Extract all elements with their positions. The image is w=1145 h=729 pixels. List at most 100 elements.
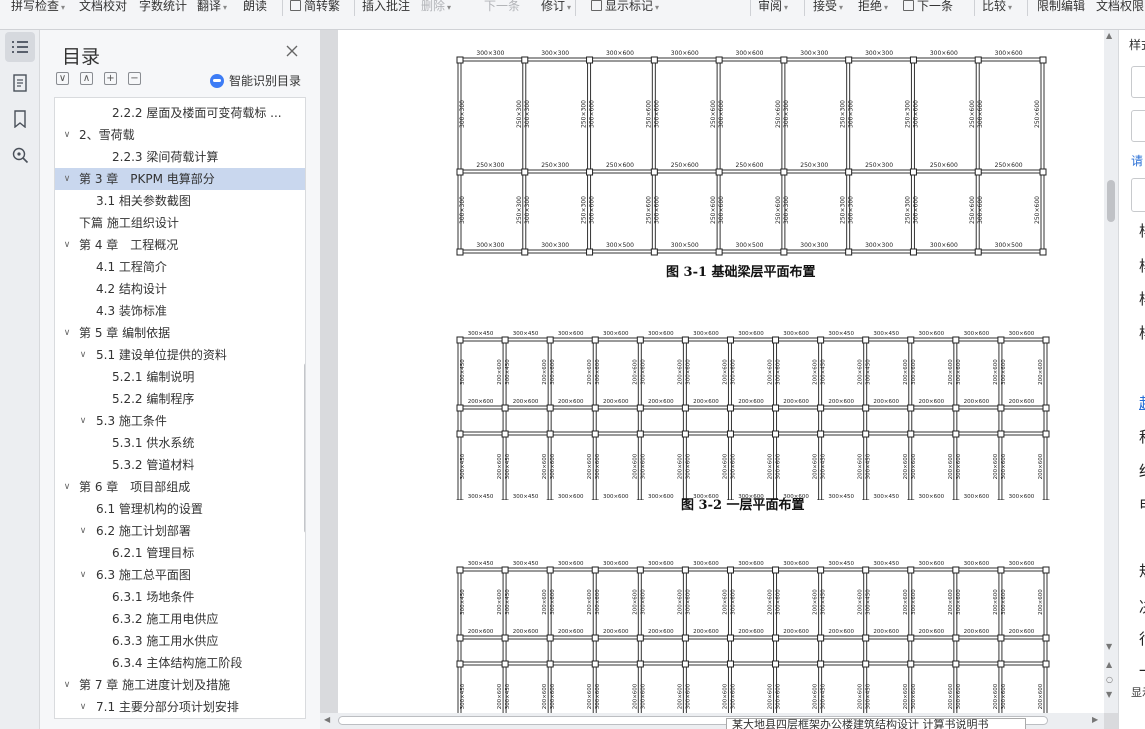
chevron-down-icon[interactable]: ∨ — [61, 124, 73, 146]
style-list-entry[interactable]: 样 — [1139, 322, 1145, 343]
style-list-entry[interactable]: 起 — [1139, 392, 1145, 413]
select-browse-object-icon[interactable]: ○ — [1106, 675, 1113, 684]
toolbar-item-18[interactable]: 文档权限 — [1096, 0, 1144, 13]
toc-item[interactable]: ∨ 第 3 章 PKPM 电算部分 — [55, 168, 305, 190]
toc-item[interactable]: ∨ 7.1 主要分部分项计划安排 — [55, 696, 305, 718]
span-label: 300×600 — [640, 359, 646, 385]
document-vertical-scrollbar[interactable]: ▲ ▼ ▲ ○ ▼ — [1104, 30, 1118, 713]
toc-item[interactable]: 6.3.1 场地条件 — [55, 586, 305, 608]
beam-size-label: 200×600 — [1009, 629, 1035, 635]
toolbar-item-16[interactable]: 比较 ▾ — [982, 0, 1012, 15]
chevron-down-icon[interactable]: ∨ — [77, 520, 89, 542]
beam-size-label: 300×600 — [738, 561, 764, 567]
toc-item[interactable]: 3.1 相关参数截图 — [55, 190, 305, 212]
toc-item[interactable]: ∨ 第 5 章 编制依据 — [55, 322, 305, 344]
toc-item[interactable]: 2.2.3 梁间荷载计算 — [55, 146, 305, 168]
document-viewport[interactable]: 300×300 300×300 300×600 300×600 300×600 300×3… — [320, 30, 1104, 713]
prev-page-icon[interactable]: ▲ — [1106, 660, 1112, 669]
toolbar-item-4[interactable]: 翻译 ▾ — [197, 0, 227, 15]
toolbar-item-5[interactable]: 朗读 — [243, 0, 267, 13]
column-mark — [862, 404, 870, 412]
style-list-entry[interactable]: 规 — [1139, 560, 1145, 581]
style-list-entry[interactable]: 样 — [1139, 288, 1145, 309]
chevron-down-icon[interactable]: ∨ — [61, 476, 73, 498]
style-list-entry[interactable]: 电 — [1139, 494, 1145, 515]
find-icon[interactable] — [5, 140, 35, 170]
toc-item[interactable]: 2.2.2 屋面及楼面可变荷载标 ... — [55, 102, 305, 124]
collapse-all-button[interactable]: ∨ — [56, 72, 69, 85]
remove-heading-button[interactable]: − — [128, 72, 141, 85]
vertical-scroll-thumb[interactable] — [1107, 180, 1115, 222]
document-outline-icon[interactable] — [5, 68, 35, 98]
style-list-entry[interactable]: 行 — [1139, 628, 1145, 649]
chevron-down-icon[interactable]: ∨ — [77, 410, 89, 432]
toc-item[interactable]: ∨ 6.3 施工总平面图 — [55, 564, 305, 586]
add-heading-button[interactable]: + — [104, 72, 117, 85]
toolbar-item-14[interactable]: 拒绝 ▾ — [858, 0, 888, 15]
toc-item[interactable]: 4.3 装饰标准 — [55, 300, 305, 322]
scroll-left-icon[interactable]: ◀ — [324, 715, 330, 724]
toc-item[interactable]: ∨ 第 4 章 工程概况 — [55, 234, 305, 256]
span-label: 200×600 — [858, 359, 864, 385]
style-list-entry[interactable]: 一 — [1139, 660, 1145, 681]
toc-item[interactable]: 4.2 结构设计 — [55, 278, 305, 300]
style-list-entry[interactable]: 决 — [1139, 596, 1145, 617]
toolbar-item-17[interactable]: 限制编辑 — [1037, 0, 1085, 13]
chevron-down-icon[interactable]: ∨ — [61, 234, 73, 256]
chevron-down-icon[interactable]: ∨ — [61, 322, 73, 344]
toolbar-item-3[interactable]: 字数统计 — [139, 0, 187, 13]
toc-item[interactable]: 6.2.1 管理目标 — [55, 542, 305, 564]
style-selector-box[interactable] — [1131, 66, 1145, 98]
toc-item[interactable]: 4.1 工程简介 — [55, 256, 305, 278]
bookmark-icon[interactable] — [5, 104, 35, 134]
toolbar-item-1[interactable]: 拼写检查 ▾ — [11, 0, 65, 15]
toc-item[interactable]: ∨ 第 7 章 施工进度计划及措施 — [55, 674, 305, 696]
toolbar-item-2[interactable]: 文档校对 — [79, 0, 127, 13]
next-page-icon[interactable]: ▼ — [1106, 690, 1112, 699]
style-preview-box[interactable] — [1131, 110, 1145, 142]
chevron-down-icon[interactable]: ∨ — [61, 674, 73, 696]
toolbar-item-15[interactable]: 下一条 — [903, 0, 953, 13]
smart-toc-button[interactable]: 智能识别目录 — [210, 72, 301, 89]
style-list-box[interactable] — [1131, 178, 1145, 212]
toolbar-item-11[interactable]: 显示标记 ▾ — [591, 0, 659, 15]
toolbar-item-13[interactable]: 接受 ▾ — [813, 0, 843, 15]
toc-item[interactable]: ∨ 5.1 建设单位提供的资料 — [55, 344, 305, 366]
document-title-tooltip: 某大地县四层框架办公楼建筑结构设计 计算书说明书 — [726, 718, 1026, 729]
toc-list-icon[interactable] — [5, 32, 35, 62]
chevron-down-icon[interactable]: ∨ — [61, 168, 73, 190]
toc-item[interactable]: 6.1 管理机构的设置 — [55, 498, 305, 520]
toc-item[interactable]: ∨ 6.2 施工计划部署 — [55, 520, 305, 542]
style-list-entry[interactable]: 科 — [1139, 426, 1145, 447]
style-list-entry[interactable]: 结 — [1139, 460, 1145, 481]
toc-item[interactable]: 6.3.2 施工用电供应 — [55, 608, 305, 630]
toc-item[interactable]: 6.3.3 施工用水供应 — [55, 630, 305, 652]
column-mark — [1039, 248, 1047, 256]
toc-item[interactable]: ∨ 第 6 章 项目部组成 — [55, 476, 305, 498]
close-icon[interactable] — [285, 43, 299, 57]
toolbar-item-12[interactable]: 审阅 ▾ — [758, 0, 788, 15]
toc-item[interactable]: 5.2.2 编制程序 — [55, 388, 305, 410]
style-pane-link[interactable]: 请 — [1131, 152, 1143, 169]
toolbar-item-7[interactable]: 插入批注 — [362, 0, 410, 13]
toc-item[interactable]: 5.3.1 供水系统 — [55, 432, 305, 454]
chevron-down-icon[interactable]: ∨ — [77, 696, 89, 718]
toolbar-item-6[interactable]: 简转繁 — [290, 0, 340, 13]
scroll-up-icon[interactable]: ▲ — [1106, 31, 1112, 40]
toc-item[interactable]: ∨ 2、雪荷载 — [55, 124, 305, 146]
toc-item[interactable]: 6.3.4 主体结构施工阶段 — [55, 652, 305, 674]
style-list-entry[interactable]: 样 — [1139, 255, 1145, 276]
toc-item[interactable]: 下篇 施工组织设计 — [55, 212, 305, 234]
scroll-right-icon[interactable]: ▶ — [1092, 715, 1098, 724]
chevron-down-icon[interactable]: ∨ — [77, 344, 89, 366]
expand-up-button[interactable]: ∧ — [80, 72, 93, 85]
toc-scrollbar[interactable] — [304, 363, 305, 533]
span-label: 200×600 — [948, 359, 954, 385]
toc-item[interactable]: ∨ 5.3 施工条件 — [55, 410, 305, 432]
toc-item[interactable]: 5.2.1 编制说明 — [55, 366, 305, 388]
chevron-down-icon[interactable]: ∨ — [77, 564, 89, 586]
toolbar-item-10[interactable]: 修订 ▾ — [541, 0, 571, 15]
scroll-down-icon[interactable]: ▼ — [1106, 642, 1112, 651]
toc-item[interactable]: 5.3.2 管道材料 — [55, 454, 305, 476]
style-list-entry[interactable]: 样 — [1139, 220, 1145, 241]
